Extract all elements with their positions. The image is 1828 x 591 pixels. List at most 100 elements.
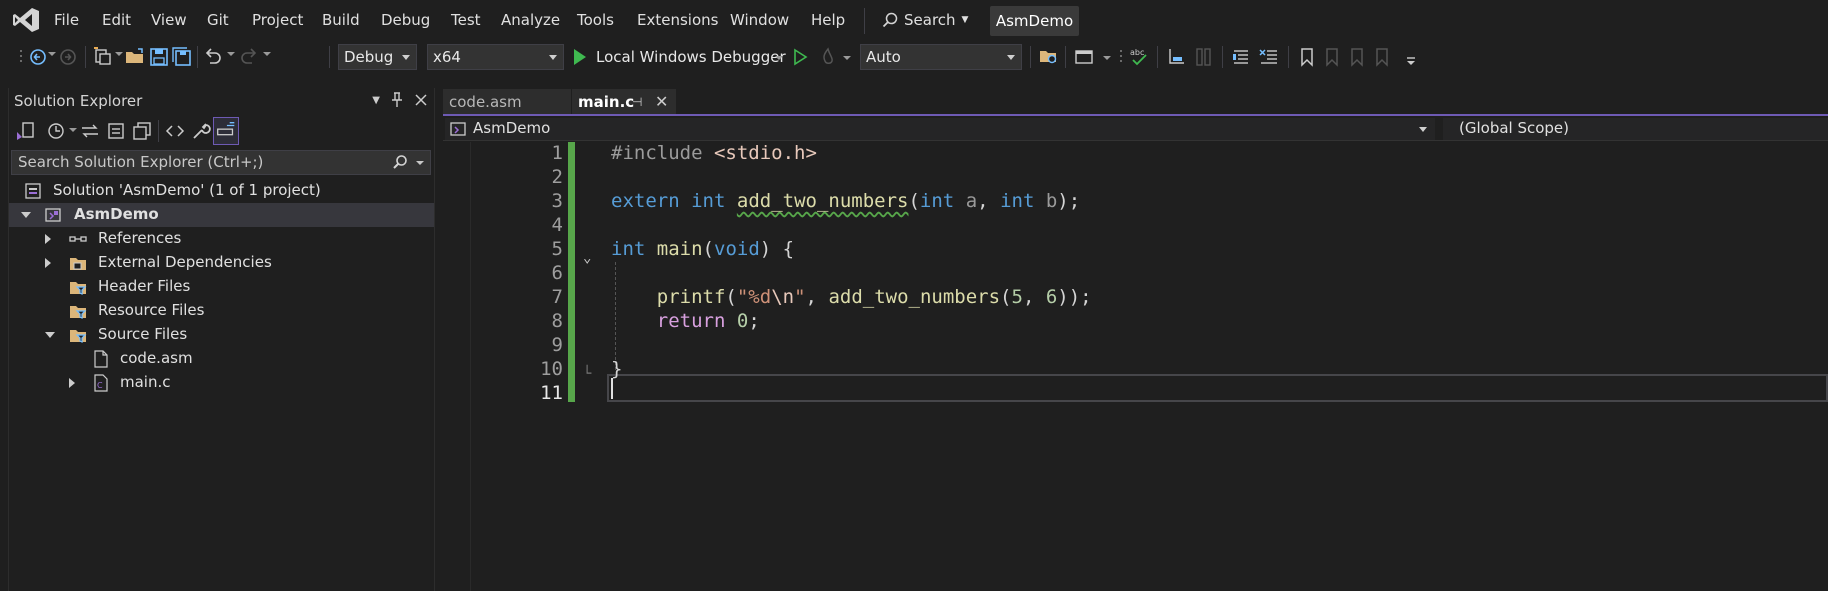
tree-item-resource-files[interactable]: Resource Files	[9, 299, 434, 323]
navigate-forward-icon[interactable]	[57, 46, 79, 68]
preview-selected-items-icon[interactable]	[213, 117, 239, 145]
menu-build[interactable]: Build	[322, 11, 360, 29]
toolbar-divider	[85, 46, 86, 68]
expand-arrow-icon[interactable]	[45, 332, 55, 338]
chevron-down-icon[interactable]	[416, 161, 424, 165]
menu-project[interactable]: Project	[252, 11, 303, 29]
spell-check-icon[interactable]: abc	[1128, 46, 1150, 68]
glyph-margin[interactable]	[443, 142, 471, 591]
pin-icon[interactable]: ⊣	[632, 89, 642, 115]
previous-bookmark-icon[interactable]	[1321, 46, 1343, 68]
next-bookmark-icon[interactable]	[1346, 46, 1368, 68]
chevron-down-icon[interactable]	[263, 52, 271, 56]
tree-item-project[interactable]: AsmDemo	[9, 203, 434, 227]
search-icon[interactable]	[392, 154, 408, 170]
platform-value: x64	[433, 48, 461, 66]
find-in-files-icon[interactable]	[1038, 46, 1060, 68]
expand-arrow-icon[interactable]	[69, 378, 75, 388]
redo-icon[interactable]	[238, 46, 260, 68]
tree-item-external-dependencies[interactable]: External Dependencies	[9, 251, 434, 275]
line-number: 4	[551, 214, 563, 236]
start-without-debugging-icon[interactable]	[789, 46, 811, 68]
tree-item-label: Source Files	[98, 325, 188, 343]
menu-analyze[interactable]: Analyze	[501, 11, 560, 29]
file-icon	[94, 350, 108, 368]
switch-views-icon[interactable]	[15, 120, 37, 142]
hot-reload-icon[interactable]	[817, 46, 839, 68]
expand-arrow-icon[interactable]	[21, 212, 31, 218]
tree-item-label: main.c	[120, 373, 171, 391]
undo-icon[interactable]	[202, 46, 224, 68]
tab-code-asm[interactable]: code.asm	[443, 89, 571, 115]
tree-item-references[interactable]: References	[9, 227, 434, 251]
line-number: 7	[551, 286, 563, 308]
tab-label: main.c	[578, 93, 635, 111]
solution-search-input[interactable]: Search Solution Explorer (Ctrl+;)	[11, 150, 431, 175]
search-button[interactable]: Search ▼	[882, 9, 968, 31]
bookmark-icon[interactable]	[1296, 46, 1318, 68]
chevron-down-icon[interactable]	[843, 56, 851, 60]
save-icon[interactable]	[148, 46, 170, 68]
pending-changes-filter-icon[interactable]	[45, 120, 67, 142]
solution-configurations-icon[interactable]	[1073, 46, 1095, 68]
open-folder-icon[interactable]	[124, 46, 146, 68]
chevron-down-icon[interactable]	[775, 56, 783, 60]
menu-git[interactable]: Git	[207, 11, 229, 29]
code-token: void	[714, 238, 760, 260]
code-token: (	[1000, 286, 1012, 308]
chevron-down-icon[interactable]	[115, 52, 123, 56]
clear-bookmarks-icon[interactable]	[1371, 46, 1393, 68]
toolbar-overflow-icon[interactable]	[1401, 46, 1423, 68]
properties-wrench-icon[interactable]	[190, 120, 212, 142]
new-project-icon[interactable]	[92, 46, 114, 68]
expand-arrow-icon[interactable]	[45, 234, 51, 244]
pin-icon[interactable]	[390, 92, 404, 108]
menu-window[interactable]: Window	[730, 11, 789, 29]
columns-icon[interactable]	[1193, 46, 1215, 68]
tree-item-solution[interactable]: Solution 'AsmDemo' (1 of 1 project)	[9, 179, 434, 203]
scope-dropdown[interactable]: (Global Scope)	[1443, 118, 1828, 140]
chevron-down-icon[interactable]	[69, 128, 77, 132]
comment-lines-icon[interactable]	[1231, 46, 1253, 68]
auto-combo[interactable]: Auto	[860, 44, 1022, 70]
menu-debug[interactable]: Debug	[381, 11, 430, 29]
chevron-down-icon[interactable]	[227, 52, 235, 56]
menu-extensions[interactable]: Extensions	[637, 11, 718, 29]
view-code-icon[interactable]	[164, 120, 186, 142]
configuration-combo[interactable]: Debug	[338, 44, 417, 70]
tab-main-c[interactable]: main.c ⊣ ✕	[572, 89, 676, 115]
chevron-down-icon[interactable]: ▼	[372, 92, 380, 110]
platform-combo[interactable]: x64	[427, 44, 564, 70]
project-dropdown[interactable]: AsmDemo	[445, 118, 1435, 140]
menu-edit[interactable]: Edit	[102, 11, 131, 29]
tree-item-label: code.asm	[120, 349, 193, 367]
code-text-area[interactable]: 1 2 3 4 5 6 7 8 9 10 11 ⌄ └ #include <st…	[443, 142, 1828, 591]
tree-item-main-c[interactable]: C main.c	[9, 371, 434, 395]
tree-item-code-asm[interactable]: code.asm	[9, 347, 434, 371]
chevron-down-icon[interactable]	[48, 52, 56, 56]
uncomment-lines-icon[interactable]	[1258, 46, 1280, 68]
close-icon[interactable]	[414, 92, 428, 108]
tree-item-source-files[interactable]: Source Files	[9, 323, 434, 347]
collapse-region-icon[interactable]: ⌄	[583, 250, 591, 266]
menu-test[interactable]: Test	[451, 11, 481, 29]
collapse-all-icon[interactable]	[131, 120, 153, 142]
tree-item-header-files[interactable]: Header Files	[9, 275, 434, 299]
menu-file[interactable]: File	[54, 11, 79, 29]
refresh-icon[interactable]	[105, 120, 127, 142]
menu-help[interactable]: Help	[811, 11, 845, 29]
project-name-badge[interactable]: AsmDemo	[990, 6, 1079, 36]
toggle-breakpoint-icon[interactable]	[1166, 46, 1188, 68]
start-debugger-button[interactable]: Local Windows Debugger	[574, 44, 786, 70]
menu-view[interactable]: View	[151, 11, 187, 29]
navigate-back-icon[interactable]	[27, 46, 49, 68]
code-token: int	[1000, 190, 1035, 212]
expand-arrow-icon[interactable]	[45, 258, 51, 268]
menu-tools[interactable]: Tools	[577, 11, 614, 29]
line-number: 5	[551, 238, 563, 260]
sync-with-active-document-icon[interactable]	[79, 120, 101, 142]
chevron-down-icon[interactable]	[1103, 56, 1111, 60]
save-all-icon[interactable]	[171, 46, 193, 68]
close-icon[interactable]: ✕	[655, 89, 668, 115]
visual-studio-logo-icon[interactable]	[12, 7, 40, 33]
